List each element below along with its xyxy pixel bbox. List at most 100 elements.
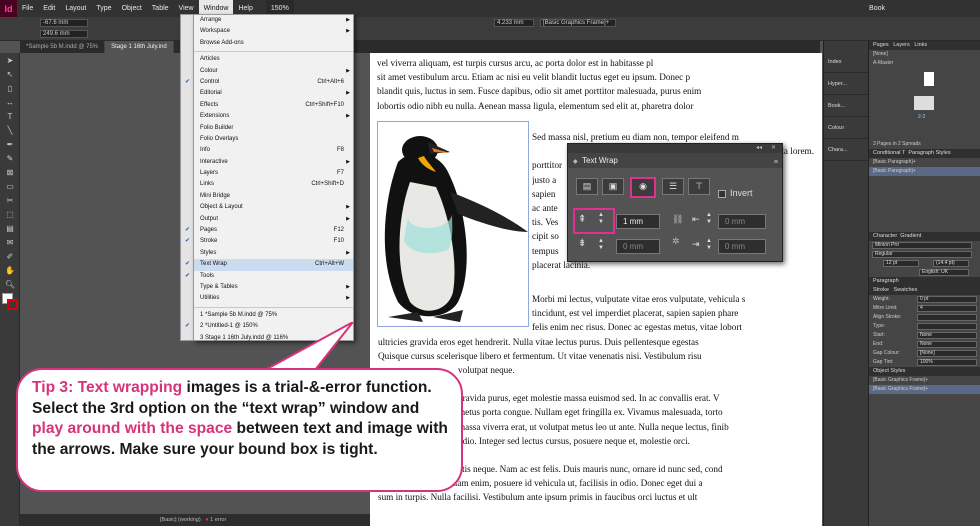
tab-layers[interactable]: Layers — [893, 42, 910, 48]
menu-item-colour[interactable]: Colour ▶ — [194, 66, 353, 77]
pencil-tool-icon[interactable]: ✎ — [2, 152, 18, 165]
none-master[interactable]: [None] — [869, 50, 980, 59]
page-tool-icon[interactable]: ▯ — [2, 82, 18, 95]
collapse-icon[interactable]: ◂◂ — [756, 144, 762, 151]
menu-object[interactable]: Object — [117, 0, 147, 17]
transform-tool-icon[interactable]: ⬚ — [2, 208, 18, 221]
menu-item-links[interactable]: Links Ctrl+Shift+D — [194, 179, 353, 190]
stroke-row-field[interactable]: 4 — [917, 305, 977, 312]
menu-item-interactive[interactable]: Interactive ▶ — [194, 157, 353, 168]
menu-item-pages[interactable]: Pages F12 — [185, 225, 353, 237]
menu-item-layers[interactable]: Layers F7 — [194, 168, 353, 179]
wrap-object-shape-button[interactable]: ◉ — [630, 177, 656, 198]
menu-item-info[interactable]: Info F8 — [194, 145, 353, 156]
scissors-icon[interactable]: ✂ — [2, 194, 18, 207]
bottom-offset-stepper[interactable]: ▲ ▼ — [598, 238, 604, 252]
colour-panel-button[interactable]: Colour — [824, 117, 868, 139]
page-thumbnail[interactable] — [924, 72, 934, 86]
tab-links[interactable]: Links — [914, 42, 927, 48]
object-style-select[interactable]: [Basic Graphics Frame]+ — [540, 19, 616, 27]
top-offset-field[interactable]: 1 mm — [616, 214, 660, 229]
zoom-tool-icon[interactable]: 🔍︎ — [2, 278, 18, 291]
page-thumbnail[interactable] — [914, 96, 924, 110]
chain-link-icon[interactable]: ⛓ — [672, 214, 683, 225]
wrap-bounding-box-button[interactable]: ▣ — [602, 178, 624, 195]
right-offset-stepper[interactable]: ▲ ▼ — [706, 238, 712, 252]
a-master[interactable]: A-Master — [869, 59, 980, 68]
language-select[interactable]: English: UK — [919, 269, 969, 276]
stroke-row-field[interactable]: None — [917, 341, 977, 348]
character-panel-button[interactable]: Chara... — [824, 139, 868, 161]
menu-item-type-tables[interactable]: Type & Tables ▶ — [194, 282, 353, 293]
top-offset-stepper[interactable]: ▲ ▼ — [598, 212, 604, 226]
invert-checkbox[interactable] — [718, 190, 726, 198]
tab-character[interactable]: Character — [873, 233, 897, 239]
right-offset-field[interactable]: 0 mm — [718, 239, 766, 254]
x-position-field[interactable]: -67.6 mm — [40, 19, 88, 27]
panel-menu-icon[interactable]: ≡ — [774, 155, 778, 170]
preflight-profile[interactable]: [Basic] (working) — [160, 517, 201, 523]
menu-item-mini-bridge[interactable]: Mini Bridge — [194, 191, 353, 202]
stroke-width-field[interactable]: 4.233 mm — [494, 19, 534, 27]
hyperlinks-panel-button[interactable]: Hyper... — [824, 73, 868, 95]
menu-item-utilities[interactable]: Utilities ▶ — [194, 293, 353, 304]
menu-item-extensions[interactable]: Extensions ▶ — [194, 111, 353, 122]
menu-item-arrange[interactable]: Arrange ▶ — [194, 15, 353, 26]
fill-stroke-swatch[interactable] — [2, 293, 18, 311]
hand-tool-icon[interactable]: ✋ — [2, 264, 18, 277]
bottom-offset-field[interactable]: 0 mm — [616, 239, 660, 254]
page-thumbnail[interactable] — [924, 96, 934, 110]
panel-header-bar[interactable]: ◂◂ ✕ — [568, 144, 782, 153]
stroke-row-field[interactable] — [917, 323, 977, 330]
menu-item-folio-overlays[interactable]: Folio Overlays — [194, 134, 353, 145]
index-panel-button[interactable]: Index — [824, 51, 868, 73]
no-wrap-button[interactable]: ▤ — [576, 178, 598, 195]
tab-pages[interactable]: Pages — [873, 42, 889, 48]
tab-swatches[interactable]: Swatches — [894, 287, 918, 293]
stroke-row-field[interactable]: None — [917, 332, 977, 339]
font-style-select[interactable]: Regular — [872, 251, 972, 258]
tab-sample-5b[interactable]: *Sample 5b M.indd @ 75% — [20, 41, 106, 53]
tab-stage-1[interactable]: Stage 1 16th July.ind — [105, 41, 174, 53]
left-offset-field[interactable]: 0 mm — [718, 214, 766, 229]
preflight-errors[interactable]: 1 error — [210, 517, 226, 523]
type-tool-icon[interactable]: T — [2, 110, 18, 123]
panel-expand-icon[interactable]: ◆ — [573, 155, 578, 170]
stroke-row-field[interactable]: 100% — [917, 359, 977, 366]
menu-item-stroke[interactable]: Stroke F10 — [185, 236, 353, 248]
menu-type[interactable]: Type — [91, 0, 116, 17]
book-panel-button[interactable]: Book... — [824, 95, 868, 117]
menu-layout[interactable]: Layout — [60, 0, 91, 17]
menu-item-effects[interactable]: Effects Ctrl+Shift+F10 — [194, 100, 353, 111]
rectangle-frame-icon[interactable]: ⊠ — [2, 166, 18, 179]
menu-item-output[interactable]: Output ▶ — [194, 214, 353, 225]
workspace-switcher[interactable]: Book — [864, 0, 890, 17]
body-text-top[interactable]: vel viverra aliquam, est turpis cursus a… — [377, 56, 822, 113]
tab-conditional[interactable]: Conditional T — [873, 150, 905, 156]
tab-gradient[interactable]: Gradient — [900, 233, 921, 239]
menu-item-workspace[interactable]: Workspace ▶ — [194, 26, 353, 37]
jump-next-column-button[interactable]: ⊤ — [688, 178, 710, 195]
jump-object-button[interactable]: ☰ — [662, 178, 684, 195]
left-offset-stepper[interactable]: ▲ ▼ — [706, 212, 712, 226]
menu-item-editorial[interactable]: Editorial ▶ — [194, 88, 353, 99]
menu-item-styles[interactable]: Styles ▶ — [194, 248, 353, 259]
stroke-row-field[interactable]: 0 pt — [917, 296, 977, 303]
eyedropper-icon[interactable]: ✐ — [2, 250, 18, 263]
menu-item-1-sample-5b-m-indd-75[interactable]: 1 *Sample 5b M.indd @ 75% — [194, 310, 353, 321]
stroke-row-field[interactable] — [917, 314, 977, 321]
penguin-image-frame[interactable] — [377, 121, 529, 327]
tab-stroke[interactable]: Stroke — [873, 287, 889, 293]
menu-item-folio-builder[interactable]: Folio Builder — [194, 123, 353, 134]
direct-selection-icon[interactable]: ↖ — [2, 68, 18, 81]
gradient-tool-icon[interactable]: ▤ — [2, 222, 18, 235]
stroke-row-field[interactable]: [None] — [917, 350, 977, 357]
close-icon[interactable]: ✕ — [771, 144, 776, 151]
menu-edit[interactable]: Edit — [38, 0, 60, 17]
selection-tool-icon[interactable]: ➤ — [2, 54, 18, 67]
menu-item-browse-add-ons[interactable]: Browse Add-ons — [194, 38, 353, 49]
menu-item-tools[interactable]: Tools — [185, 271, 353, 283]
paragraph-style-item[interactable]: [Basic Paragraph]+ — [869, 167, 980, 176]
object-styles-tab[interactable]: Object Styles — [869, 367, 980, 376]
menu-file[interactable]: File — [17, 0, 38, 17]
